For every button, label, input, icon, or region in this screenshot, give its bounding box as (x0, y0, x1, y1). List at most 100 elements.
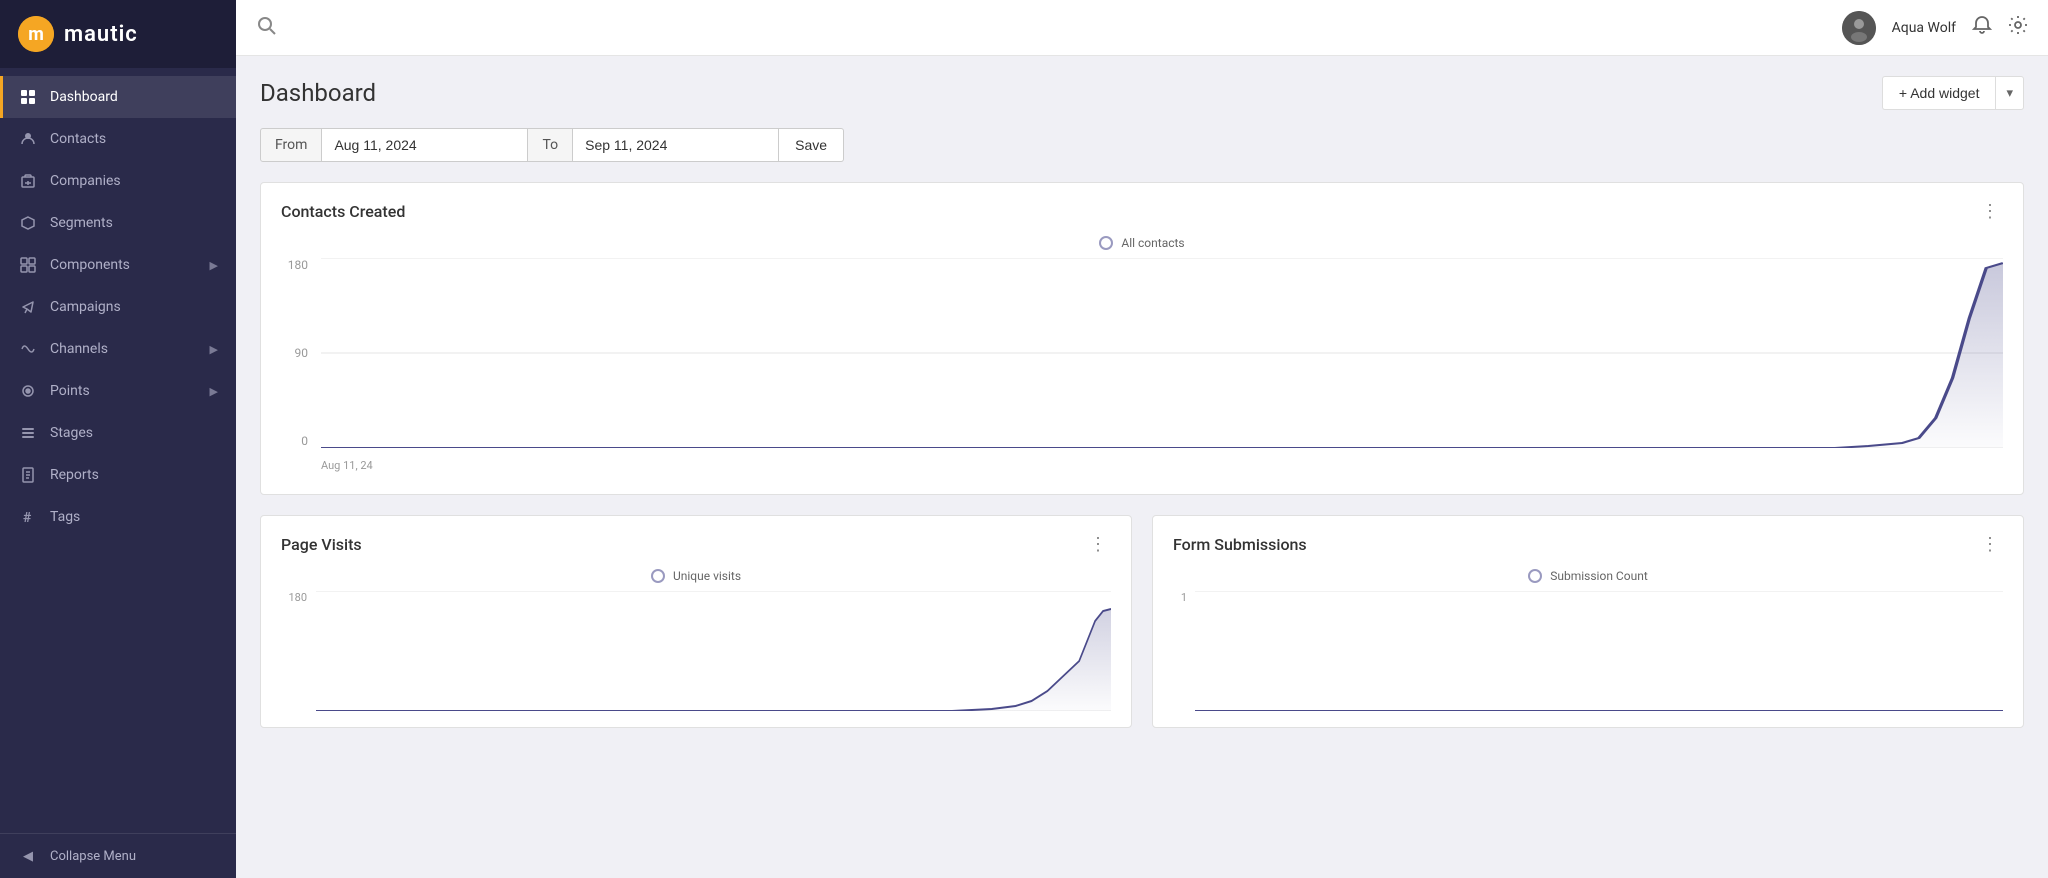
contacts-created-legend: All contacts (281, 236, 2003, 250)
contacts-created-chart: 180 90 0 (281, 258, 2003, 478)
sidebar-item-companies-label: Companies (50, 173, 121, 189)
all-contacts-legend-circle (1099, 236, 1113, 250)
sidebar-item-dashboard[interactable]: Dashboard (0, 76, 236, 118)
form-submissions-y-1: 1 (1173, 591, 1189, 604)
search-icon[interactable] (256, 15, 276, 40)
sidebar-item-segments[interactable]: Segments (0, 202, 236, 244)
unique-visits-legend-circle (651, 569, 665, 583)
add-widget-dropdown-button[interactable]: ▾ (1995, 76, 2024, 110)
collapse-menu-button[interactable]: ◀ Collapse Menu (0, 833, 236, 878)
form-submissions-menu-button[interactable]: ⋮ (1977, 532, 2003, 557)
page-visits-legend: Unique visits (281, 569, 1111, 583)
sidebar: m mautic Dashboard C (0, 0, 236, 878)
sidebar-item-components-label: Components (50, 257, 130, 273)
sidebar-item-points[interactable]: Points ▶ (0, 370, 236, 412)
points-chevron-icon: ▶ (210, 385, 218, 398)
channels-chevron-icon: ▶ (210, 343, 218, 356)
sidebar-item-campaigns-label: Campaigns (50, 299, 121, 315)
submission-count-legend-circle (1528, 569, 1542, 583)
contacts-created-x-label: Aug 11, 24 (321, 459, 373, 472)
to-label: To (528, 128, 573, 162)
topbar: Aqua Wolf (236, 0, 2048, 56)
page-visits-widget: Page Visits ⋮ Unique visits 180 (260, 515, 1132, 728)
campaigns-icon (18, 297, 38, 317)
page-visits-chart: 180 (281, 591, 1111, 711)
logo-icon: m (18, 16, 54, 52)
y-label-0: 0 (281, 434, 316, 448)
page-visits-svg (316, 591, 1111, 711)
form-submissions-title: Form Submissions (1173, 535, 1307, 554)
sidebar-item-campaigns[interactable]: Campaigns (0, 286, 236, 328)
page-visits-title: Page Visits (281, 535, 362, 554)
points-icon (18, 381, 38, 401)
contacts-icon (18, 129, 38, 149)
contacts-created-menu-button[interactable]: ⋮ (1977, 199, 2003, 224)
contacts-created-chart-area (321, 258, 2003, 448)
contacts-created-header: Contacts Created ⋮ (281, 199, 2003, 224)
y-label-90: 90 (281, 346, 316, 360)
sidebar-item-contacts-label: Contacts (50, 131, 106, 147)
add-widget-button[interactable]: + Add widget (1882, 76, 1996, 110)
settings-icon[interactable] (2008, 15, 2028, 40)
contacts-created-widget: Contacts Created ⋮ All contacts 180 90 0 (260, 182, 2024, 495)
sidebar-item-tags[interactable]: # Tags (0, 496, 236, 538)
page-visits-y-180: 180 (281, 591, 311, 604)
form-submissions-svg (1195, 591, 2003, 711)
save-date-button[interactable]: Save (779, 128, 844, 162)
logo-text: mautic (64, 22, 138, 47)
content-area: Dashboard + Add widget ▾ From To Save Co… (236, 56, 2048, 878)
submission-count-legend-label: Submission Count (1550, 569, 1648, 583)
channels-icon (18, 339, 38, 359)
companies-icon (18, 171, 38, 191)
segments-icon (18, 213, 38, 233)
contacts-created-svg (321, 258, 2003, 448)
form-submissions-legend: Submission Count (1173, 569, 2003, 583)
sidebar-item-channels-label: Channels (50, 341, 108, 357)
page-visits-menu-button[interactable]: ⋮ (1085, 532, 1111, 557)
sidebar-item-contacts[interactable]: Contacts (0, 118, 236, 160)
y-label-180: 180 (281, 258, 316, 272)
user-avatar[interactable] (1842, 11, 1876, 45)
form-submissions-widget: Form Submissions ⋮ Submission Count 1 (1152, 515, 2024, 728)
reports-icon (18, 465, 38, 485)
notifications-icon[interactable] (1972, 15, 1992, 40)
stages-icon (18, 423, 38, 443)
svg-text:m: m (28, 24, 44, 45)
sidebar-item-reports-label: Reports (50, 467, 99, 483)
page-visits-chart-area (316, 591, 1111, 711)
from-label: From (260, 128, 322, 162)
sidebar-item-dashboard-label: Dashboard (50, 89, 118, 105)
sidebar-item-companies[interactable]: Companies (0, 160, 236, 202)
components-chevron-icon: ▶ (210, 259, 218, 272)
sidebar-item-reports[interactable]: Reports (0, 454, 236, 496)
sidebar-item-points-label: Points (50, 383, 90, 399)
form-submissions-chart: 1 (1173, 591, 2003, 711)
from-date-input[interactable] (322, 128, 528, 162)
to-date-input[interactable] (573, 128, 779, 162)
sidebar-item-segments-label: Segments (50, 215, 113, 231)
unique-visits-legend-label: Unique visits (673, 569, 741, 583)
svg-text:#: # (23, 510, 32, 525)
form-submissions-chart-area (1195, 591, 2003, 711)
sidebar-item-stages-label: Stages (50, 425, 93, 441)
sidebar-item-tags-label: Tags (50, 509, 80, 525)
username-label[interactable]: Aqua Wolf (1892, 20, 1956, 36)
contacts-created-title: Contacts Created (281, 202, 405, 221)
all-contacts-legend-label: All contacts (1121, 236, 1184, 250)
components-icon (18, 255, 38, 275)
date-filter: From To Save (260, 128, 2024, 162)
sidebar-item-components[interactable]: Components ▶ (0, 244, 236, 286)
page-header: Dashboard + Add widget ▾ (260, 76, 2024, 110)
main-content: Aqua Wolf Dashboard + Add widget ▾ Fro (236, 0, 2048, 878)
sidebar-item-channels[interactable]: Channels ▶ (0, 328, 236, 370)
sidebar-nav: Dashboard Contacts Companies (0, 68, 236, 833)
page-visits-header: Page Visits ⋮ (281, 532, 1111, 557)
contacts-created-y-axis: 180 90 0 (281, 258, 316, 448)
collapse-icon: ◀ (18, 846, 38, 866)
collapse-menu-label: Collapse Menu (50, 849, 136, 864)
add-widget-button-group: + Add widget ▾ (1882, 76, 2024, 110)
dashboard-icon (18, 87, 38, 107)
form-submissions-header: Form Submissions ⋮ (1173, 532, 2003, 557)
sidebar-logo: m mautic (0, 0, 236, 68)
sidebar-item-stages[interactable]: Stages (0, 412, 236, 454)
